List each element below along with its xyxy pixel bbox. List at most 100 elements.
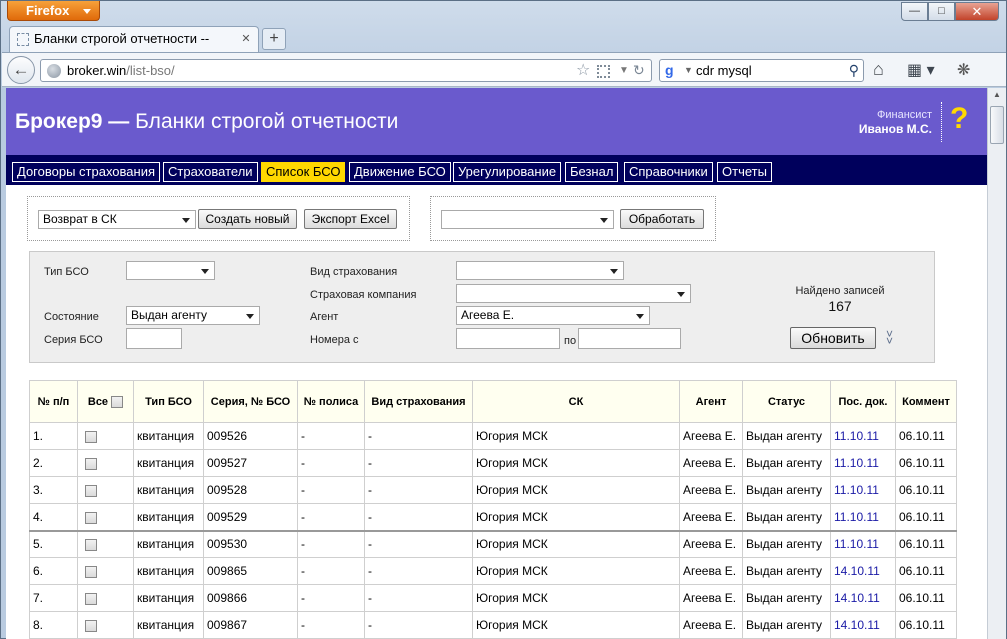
table-row[interactable]: 2. квитанция 009527- - Югория МСК Агеева Е. Вы…	[29, 449, 957, 477]
table-row[interactable]: 6. квитанция 009865- - Югория МСК Агеева Е. Вы…	[29, 557, 957, 585]
menu-item-settlement[interactable]: Урегулирование	[453, 162, 562, 182]
user-role: Финансист	[877, 109, 932, 121]
cell-last-doc[interactable]: 11.10.11	[830, 529, 896, 558]
back-button[interactable]: ←	[7, 56, 35, 84]
cell-last-doc[interactable]: 11.10.11	[830, 476, 896, 504]
table-row[interactable]: 4. квитанция 009529- - Югория МСК Агеева Е. Вы…	[29, 503, 957, 531]
select-all-checkbox[interactable]	[111, 395, 124, 408]
search-engine-dropdown-icon[interactable]: ▼	[684, 60, 693, 81]
qr-code-icon[interactable]	[597, 65, 610, 78]
menu-item-cashless[interactable]: Безнал	[565, 162, 619, 182]
col-header-type[interactable]: Тип БСО	[133, 380, 204, 423]
cell-agent: Агеева Е.	[679, 476, 743, 504]
col-header-insurance-type[interactable]: Вид страхования	[364, 380, 473, 423]
history-dropdown-icon[interactable]: ▼	[619, 60, 629, 81]
cell-company: Югория МСК	[472, 476, 680, 504]
user-name[interactable]: Иванов М.С.	[826, 122, 932, 136]
cell-last-doc[interactable]: 14.10.11	[830, 584, 896, 612]
window-maximize-button[interactable]: □	[928, 2, 955, 21]
cell-last-doc[interactable]: 14.10.11	[830, 557, 896, 585]
menu-item-insurers[interactable]: Страхователи	[163, 162, 258, 182]
col-header-status[interactable]: Статус	[742, 380, 831, 423]
menu-item-reference[interactable]: Справочники	[624, 162, 713, 182]
vertical-scrollbar[interactable]: ▲	[987, 88, 1006, 639]
bso-type-label: Тип БСО	[44, 266, 89, 278]
reload-icon[interactable]: ↻	[633, 60, 645, 81]
cell-ins-type: -	[364, 584, 473, 612]
help-icon[interactable]: ?	[950, 102, 968, 136]
agent-select[interactable]: Агеева Е.	[456, 306, 650, 325]
menu-item-bso-movement[interactable]: Движение БСО	[349, 162, 451, 182]
extension-bug-icon[interactable]: ❋	[957, 60, 970, 80]
table-row[interactable]: 3. квитанция 009528- - Югория МСК Агеева Е. Вы…	[29, 476, 957, 504]
navigation-toolbar: ← broker.win/list-bso/ ☆ ▼ ↻ g ▼ cdr mys…	[2, 52, 1006, 87]
numbers-from-input[interactable]	[456, 328, 560, 349]
cell-ins-type: -	[364, 476, 473, 504]
search-box[interactable]: g ▼ cdr mysql ⚲	[659, 59, 864, 82]
new-tab-button[interactable]: +	[262, 28, 286, 50]
cell-series: 009867	[203, 611, 298, 639]
bookmark-star-icon[interactable]: ☆	[576, 60, 590, 81]
cell-last-doc[interactable]: 14.10.11	[830, 611, 896, 639]
scrollbar-thumb[interactable]	[990, 106, 1004, 144]
col-header-series[interactable]: Серия, № БСО	[203, 380, 298, 423]
create-new-button[interactable]: Создать новый	[198, 209, 297, 229]
col-header-comment[interactable]: Коммент	[895, 380, 957, 423]
series-input[interactable]	[126, 328, 182, 349]
menu-item-contracts[interactable]: Договоры страхования	[12, 162, 161, 182]
process-select[interactable]	[441, 210, 614, 229]
col-header-last-doc[interactable]: Пос. док.	[830, 380, 896, 423]
process-button[interactable]: Обработать	[620, 209, 704, 229]
row-checkbox[interactable]	[85, 430, 97, 443]
row-checkbox[interactable]	[85, 592, 97, 605]
row-checkbox[interactable]	[85, 539, 97, 552]
row-checkbox[interactable]	[85, 565, 97, 578]
google-icon[interactable]: g	[665, 63, 674, 78]
refresh-button[interactable]: Обновить	[790, 327, 876, 349]
filter-panel: Тип БСО Состояние Выдан агенту Серия БСО…	[29, 251, 935, 363]
cell-last-doc[interactable]: 11.10.11	[830, 449, 896, 477]
state-select[interactable]: Выдан агенту	[126, 306, 260, 325]
action-select[interactable]: Возврат в СК	[38, 210, 196, 229]
export-excel-button[interactable]: Экспорт Excel	[304, 209, 397, 229]
firefox-menu-button[interactable]: Firefox	[7, 1, 100, 21]
menu-item-bso-list[interactable]: Список БСО	[261, 162, 346, 182]
col-header-company[interactable]: СК	[472, 380, 680, 423]
window-minimize-button[interactable]: —	[901, 2, 928, 21]
bso-type-select[interactable]	[126, 261, 215, 280]
cell-last-doc[interactable]: 11.10.11	[830, 422, 896, 450]
col-header-agent[interactable]: Агент	[679, 380, 743, 423]
window-close-button[interactable]: ✕	[955, 2, 999, 21]
company-select[interactable]	[456, 284, 691, 303]
menu-item-reports[interactable]: Отчеты	[717, 162, 772, 182]
insurance-type-select[interactable]	[456, 261, 624, 280]
table-row[interactable]: 1. квитанция 009526- - Югория МСК Агеева Е. Вы…	[29, 422, 957, 450]
browser-tab[interactable]: Бланки строгой отчетности -- Брокер-9 ✕	[9, 26, 259, 70]
bookmarks-menu-icon[interactable]: ▦ ▾	[907, 60, 945, 81]
tab-close-icon[interactable]: ✕	[240, 34, 252, 46]
search-magnifier-icon[interactable]: ⚲	[849, 60, 859, 81]
app-brand: Брокер9	[15, 110, 103, 133]
col-header-all: Все	[77, 380, 134, 423]
cell-series: 009529	[203, 503, 298, 531]
cell-ins-type: -	[364, 557, 473, 585]
cell-agent: Агеева Е.	[679, 503, 743, 531]
row-checkbox[interactable]	[85, 457, 97, 470]
numbers-to-input[interactable]	[578, 328, 681, 349]
row-checkbox[interactable]	[85, 484, 97, 497]
row-checkbox[interactable]	[85, 619, 97, 632]
table-row[interactable]: 5. квитанция 009530- - Югория МСК Агеева Е. Вы…	[29, 529, 957, 558]
table-row[interactable]: 7. квитанция 009866- - Югория МСК Агеева Е. Вы…	[29, 584, 957, 612]
cell-last-doc[interactable]: 11.10.11	[830, 503, 896, 531]
row-checkbox[interactable]	[85, 511, 97, 524]
col-header-policy[interactable]: № полиса	[297, 380, 365, 423]
collapse-filter-icon[interactable]: ˅ ˅	[886, 328, 893, 347]
table-row[interactable]: 8. квитанция 009867- - Югория МСК Агеева Е. Вы…	[29, 611, 957, 639]
home-icon[interactable]: ⌂	[873, 59, 884, 80]
url-bar[interactable]: broker.win/list-bso/ ☆ ▼ ↻	[40, 59, 652, 82]
search-input[interactable]: cdr mysql	[696, 63, 752, 78]
cell-comment: 06.10.11	[895, 557, 957, 585]
scroll-up-icon[interactable]: ▲	[990, 90, 1004, 104]
numbers-to-label: по	[564, 335, 577, 347]
insurance-type-label: Вид страхования	[310, 266, 398, 278]
